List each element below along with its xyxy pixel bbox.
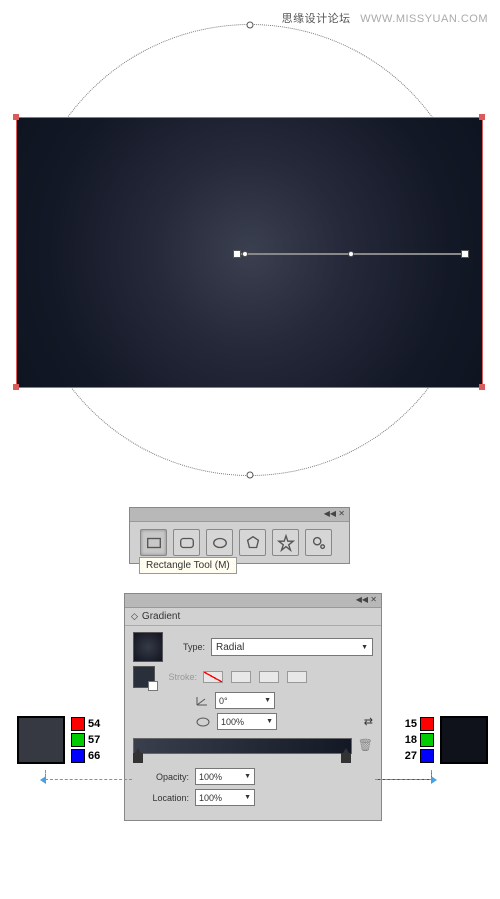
gradient-midpoint[interactable] [348,251,354,257]
circle-handle-bottom[interactable] [247,472,254,479]
gradient-preview[interactable] [133,632,163,662]
opacity-input[interactable]: 100% [195,768,255,785]
right-swatch [440,716,488,764]
watermark-url: WWW.MISSYUAN.COM [360,13,488,25]
polygon-tool[interactable] [239,529,266,556]
red-chip [420,717,434,731]
rect-handle-tr[interactable] [479,114,485,120]
gradient-end[interactable] [461,250,469,258]
star-tool[interactable] [272,529,299,556]
gradient-panel-title: Gradient [125,608,381,626]
right-r: 15 [405,718,417,730]
location-input[interactable]: 100% [195,789,255,806]
opacity-label: Opacity: [133,772,189,782]
gradient-stop-1[interactable] [341,753,351,763]
rect-handle-br[interactable] [479,384,485,390]
watermark-cn: 思缘设计论坛 [282,13,351,25]
location-label: Location: [133,793,189,803]
gradient-panel-header[interactable]: ◀◀ ✕ [125,594,381,608]
flare-tool[interactable] [305,529,332,556]
left-swatch [17,716,65,764]
blue-chip [420,749,434,763]
left-b: 66 [88,750,100,762]
green-chip [420,733,434,747]
stroke-swatch[interactable] [133,666,155,688]
dash-arrow-right [375,779,432,780]
panel-header[interactable]: ◀◀ ✕ [130,508,349,522]
delete-stop-icon[interactable]: 🗑 [358,738,373,752]
rect-handle-tl[interactable] [13,114,19,120]
watermark-text: 思缘设计论坛 WWW.MISSYUAN.COM [282,10,488,26]
blue-chip [71,749,85,763]
left-g: 57 [88,734,100,746]
angle-input[interactable]: 0° [215,692,275,709]
gradient-stop-start[interactable] [242,251,248,257]
aspect-input[interactable]: 100% [217,713,277,730]
red-chip [71,717,85,731]
stroke-none[interactable] [203,671,223,683]
right-g: 18 [405,734,417,746]
green-chip [71,733,85,747]
tooltip: Rectangle Tool (M) [139,557,237,574]
reverse-icon[interactable]: ⇄ [364,715,373,728]
right-b: 27 [405,750,417,762]
shape-tools-panel: ◀◀ ✕ [129,507,350,564]
right-color-block: 15 18 27 [388,716,488,764]
stroke-opt2[interactable] [259,671,279,683]
stroke-opt3[interactable] [287,671,307,683]
rectangle-tool[interactable] [140,529,167,556]
stroke-label: Stroke: [161,672,197,682]
rect-handle-bl[interactable] [13,384,19,390]
left-color-block: 54 57 66 [17,716,117,764]
type-label: Type: [169,642,205,652]
dash-connector [431,770,432,780]
gradient-panel: ◀◀ ✕ Gradient Type: Radial Stroke: 0° 10… [124,593,382,821]
stroke-opt1[interactable] [231,671,251,683]
ellipse-tool[interactable] [206,529,233,556]
gradient-origin[interactable] [233,250,241,258]
circle-handle-top[interactable] [247,22,254,29]
aspect-icon [195,715,211,729]
dash-arrow-left [45,779,132,780]
gradient-strip[interactable] [133,738,352,754]
type-select[interactable]: Radial [211,638,373,656]
gradient-stop-0[interactable] [133,753,143,763]
left-r: 54 [88,718,100,730]
gradient-annotator[interactable] [237,247,465,267]
angle-icon [195,695,209,707]
rounded-rectangle-tool[interactable] [173,529,200,556]
